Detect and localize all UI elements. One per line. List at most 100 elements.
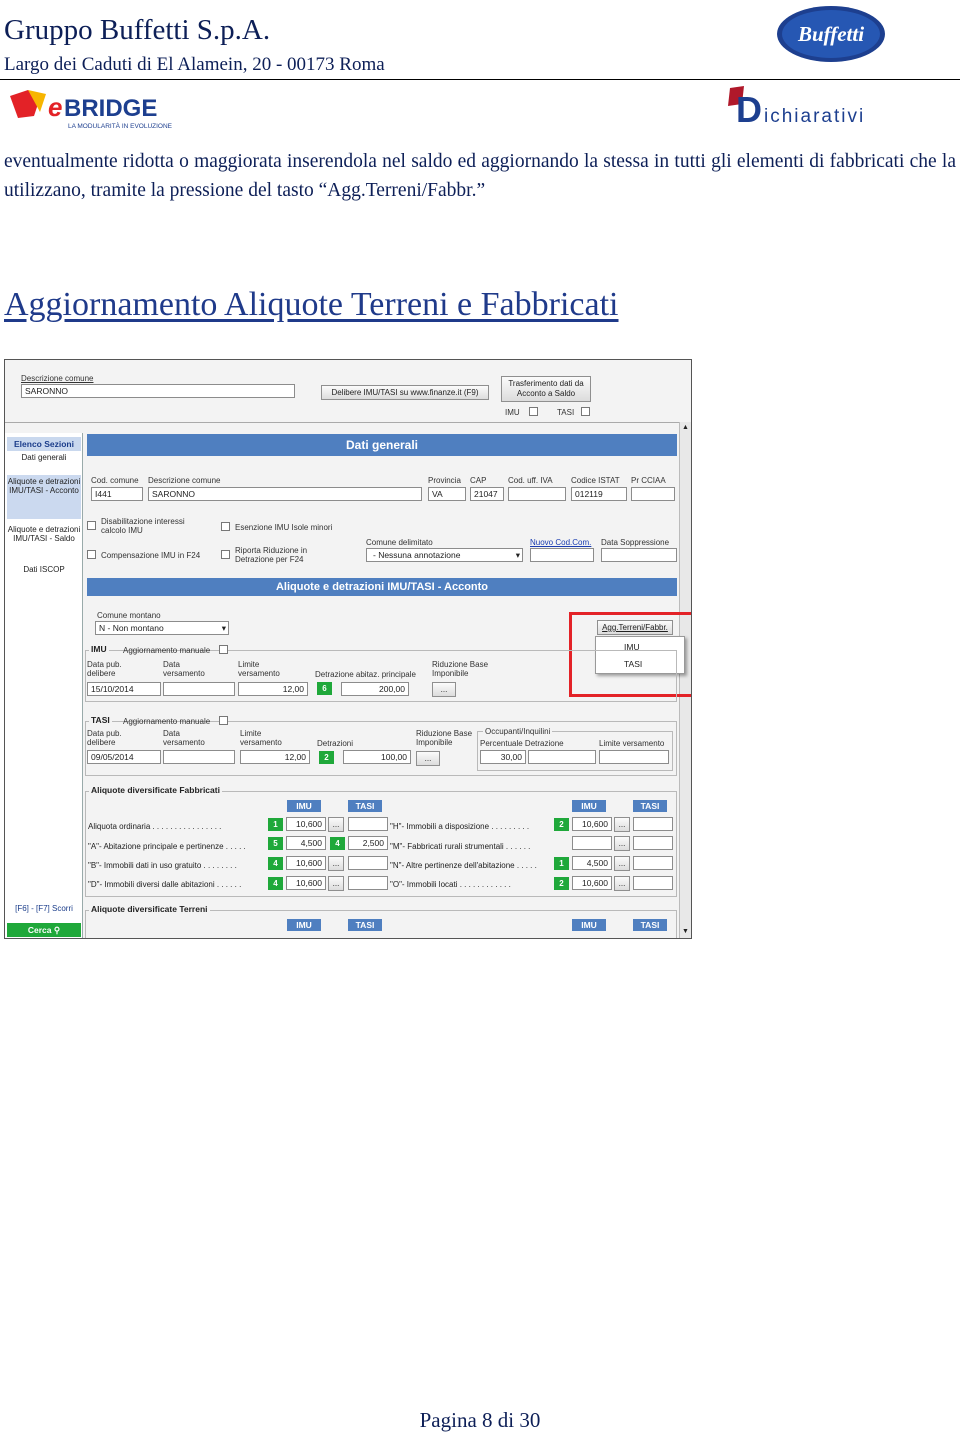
tasi-data-vers-field[interactable] — [163, 750, 235, 764]
cod-comune-field[interactable]: I441 — [91, 487, 143, 501]
tasi-limite2-field[interactable] — [599, 750, 669, 764]
imu-data-vers-field[interactable] — [163, 682, 235, 696]
fabbr-row-imu-lookup[interactable]: ... — [614, 836, 630, 851]
trasferimento-button[interactable]: Trasferimento dati da Acconto a Saldo — [501, 376, 591, 402]
fabbr-row-label: "N"- Altre pertinenze dell'abitazione . … — [390, 861, 537, 870]
tasi-limite2-label: Limite versamento — [599, 739, 665, 748]
fabbr-row-tasi-field[interactable] — [633, 817, 673, 831]
fabbr-row-tasi-field[interactable] — [633, 876, 673, 890]
cap-label: CAP — [470, 476, 487, 485]
fabbr-row-label: Aliquota ordinaria . . . . . . . . . . .… — [88, 822, 222, 831]
pr-cciaa-field[interactable] — [631, 487, 675, 501]
fabbr-row-code: 1 — [554, 857, 569, 870]
imu-group-title: IMU — [89, 644, 109, 654]
fabbr-row-imu-field[interactable]: 10,600 — [286, 817, 326, 831]
imu-agg-manuale-checkbox[interactable] — [219, 645, 228, 654]
fabbr-row-imu-field[interactable] — [572, 836, 612, 850]
fabbr-row-imu-lookup[interactable]: ... — [614, 856, 630, 871]
fabbr-imu-tag-right: IMU — [572, 800, 606, 812]
disab-interessi-label: Disabilitazione interessi calcolo IMU — [101, 517, 185, 535]
fabbr-row-imu-field[interactable]: 4,500 — [572, 856, 612, 870]
tasi-top-checkbox[interactable] — [581, 407, 590, 416]
data-soppr-label: Data Soppressione — [601, 538, 670, 547]
sidebar-item-saldo[interactable]: Aliquote e detrazioni IMU/TASI - Saldo — [7, 525, 81, 543]
descr-comune-field[interactable]: SARONNO — [21, 384, 295, 398]
tasi-data-vers-label: Data versamento — [163, 729, 205, 747]
imu-detr-field[interactable]: 200,00 — [341, 682, 409, 696]
cod-uff-iva-field[interactable] — [508, 487, 566, 501]
imu-data-pub-field[interactable]: 15/10/2014 — [87, 682, 161, 696]
comune-delim-label: Comune delimitato — [366, 538, 433, 547]
acconto-header: Aliquote e detrazioni IMU/TASI - Acconto — [87, 578, 677, 596]
delibere-button[interactable]: Delibere IMU/TASI su www.finanze.it (F9) — [321, 385, 489, 400]
compensazione-checkbox[interactable] — [87, 550, 96, 559]
imu-detr-code: 6 — [317, 682, 332, 695]
sidebar-item-dati-generali[interactable]: Dati generali — [7, 453, 81, 462]
fabbr-row-code: 4 — [268, 857, 283, 870]
tasi-extra-field[interactable] — [528, 750, 596, 764]
riporta-checkbox[interactable] — [221, 550, 230, 559]
fabbr-row-imu-lookup[interactable]: ... — [614, 817, 630, 832]
sidebar-item-acconto[interactable]: Aliquote e detrazioni IMU/TASI - Acconto — [7, 475, 81, 519]
comune-delim-select[interactable]: - Nessuna annotazione ▾ — [366, 548, 523, 562]
cap-field[interactable]: 21047 — [470, 487, 504, 501]
imu-rid-lookup-button[interactable]: ... — [432, 682, 456, 697]
riporta-label: Riporta Riduzione in Detrazione per F24 — [235, 546, 308, 564]
tasi-rid-label: Riduzione Base Imponibile — [416, 729, 473, 747]
nuovo-cod-field[interactable] — [530, 548, 594, 562]
imu-data-pub-label: Data pub. delibere — [87, 660, 122, 678]
tasi-detr-code: 2 — [319, 751, 334, 764]
fabbr-row-tasi-field[interactable] — [348, 817, 388, 831]
provincia-label: Provincia — [428, 476, 461, 485]
fabbr-row-imu-lookup[interactable]: ... — [614, 876, 630, 891]
scroll-up-icon[interactable]: ▲ — [682, 424, 689, 431]
sections-sidebar: Elenco Sezioni Dati generali Aliquote e … — [5, 433, 83, 938]
comune-montano-select[interactable]: N - Non montano ▾ — [95, 621, 229, 635]
imu-limite-field[interactable]: 12,00 — [238, 682, 308, 696]
fabbr-row-tasi-field[interactable] — [348, 876, 388, 890]
sidebar-item-iscop[interactable]: Dati ISCOP — [7, 565, 81, 574]
fabbr-row-imu-field[interactable]: 10,600 — [572, 876, 612, 890]
fabbr-row-tasi-field[interactable] — [348, 856, 388, 870]
top-divider — [5, 422, 691, 423]
fabbr-row-imu-field[interactable]: 4,500 — [286, 836, 326, 850]
fabbr-row-imu-lookup[interactable]: ... — [328, 876, 344, 891]
descr-comune-field-2[interactable]: SARONNO — [148, 487, 422, 501]
fabbr-tasi-tag-left: TASI — [348, 800, 382, 812]
esenzione-checkbox[interactable] — [221, 522, 230, 531]
scroll-down-icon[interactable]: ▼ — [682, 928, 689, 935]
fabbr-row-label: "B"- Immobili dati in uso gratuito . . .… — [88, 861, 237, 870]
terreni-imu-tag-right: IMU — [572, 919, 606, 931]
terreni-title: Aliquote diversificate Terreni — [89, 904, 210, 914]
data-soppr-field[interactable] — [601, 548, 677, 562]
svg-text:D: D — [736, 89, 762, 128]
fabbr-row-tasi-field[interactable] — [633, 836, 673, 850]
terreni-tasi-tag-left: TASI — [348, 919, 382, 931]
provincia-field[interactable]: VA — [428, 487, 466, 501]
tasi-agg-manuale-checkbox[interactable] — [219, 716, 228, 725]
tasi-data-pub-field[interactable]: 09/05/2014 — [87, 750, 161, 764]
disab-interessi-checkbox[interactable] — [87, 521, 96, 530]
fabbr-row-imu-lookup[interactable]: ... — [328, 856, 344, 871]
fabbr-row-label: "A"- Abitazione principale e pertinenze … — [88, 842, 246, 851]
tasi-rid-lookup-button[interactable]: ... — [416, 751, 440, 766]
fabbr-imu-tag-left: IMU — [287, 800, 321, 812]
tasi-perc-field[interactable]: 30,00 — [480, 750, 526, 764]
nuovo-cod-link[interactable]: Nuovo Cod.Com. — [530, 538, 591, 547]
fabbr-row-imu-lookup[interactable]: ... — [328, 817, 344, 832]
cod-uff-iva-label: Cod. uff. IVA — [508, 476, 553, 485]
fabbr-row-tasi-field[interactable]: 2,500 — [348, 836, 388, 850]
fabbr-row-imu-field[interactable]: 10,600 — [572, 817, 612, 831]
tasi-limite-field[interactable]: 12,00 — [240, 750, 310, 764]
tasi-detr-label: Detrazioni — [317, 739, 354, 748]
app-screenshot: Descrizione comune SARONNO Delibere IMU/… — [4, 359, 692, 939]
cerca-button[interactable]: Cerca ⚲ — [7, 923, 81, 937]
codice-istat-field[interactable]: 012119 — [571, 487, 627, 501]
fabbricati-title: Aliquote diversificate Fabbricati — [89, 785, 222, 795]
comune-delim-value: - Nessuna annotazione — [373, 550, 461, 560]
tasi-detr-field[interactable]: 100,00 — [343, 750, 411, 764]
fabbr-row-imu-field[interactable]: 10,600 — [286, 856, 326, 870]
imu-top-checkbox[interactable] — [529, 407, 538, 416]
fabbr-row-tasi-field[interactable] — [633, 856, 673, 870]
fabbr-row-imu-field[interactable]: 10,600 — [286, 876, 326, 890]
